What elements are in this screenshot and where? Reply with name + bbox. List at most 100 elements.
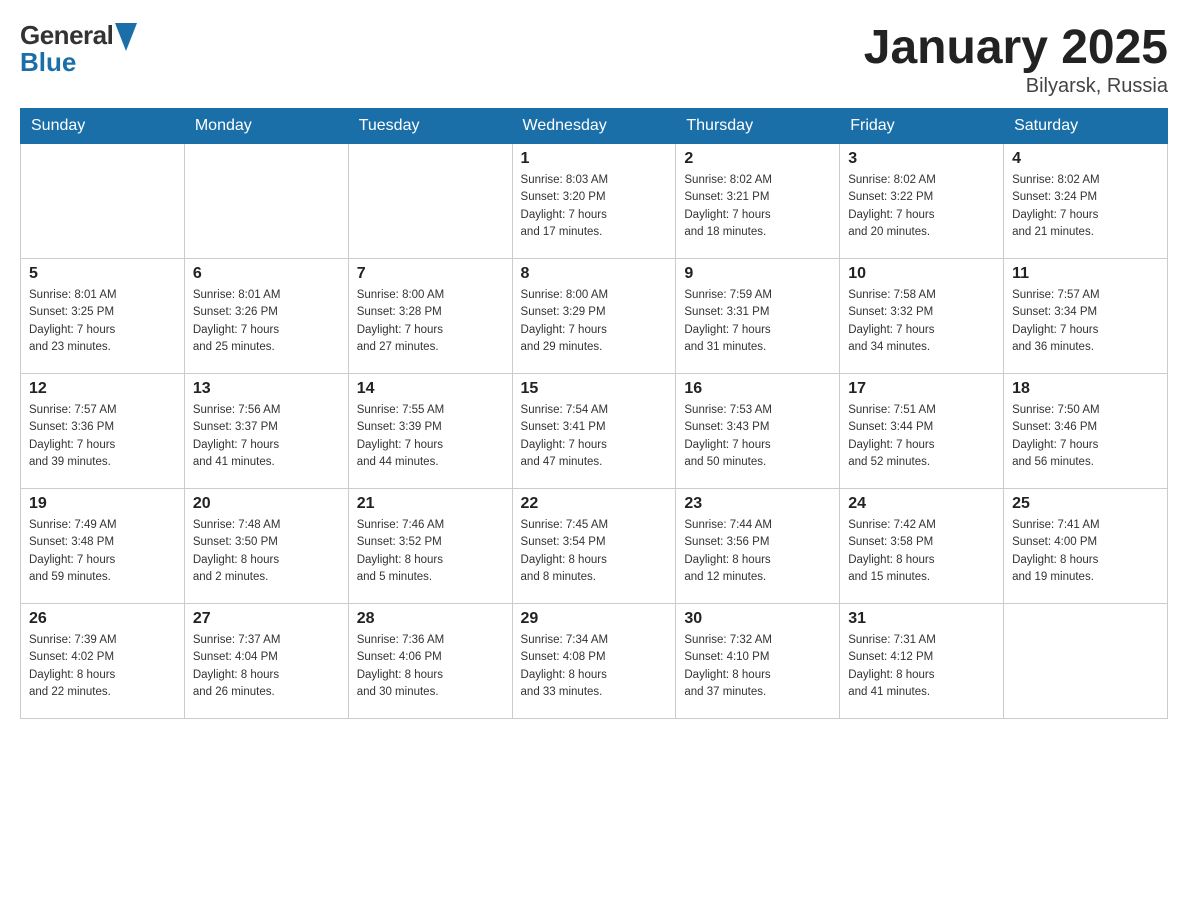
cell-w2-d5: 10 Sunrise: 7:58 AMSunset: 3:32 PMDayligh… [840, 259, 1004, 374]
logo: General Blue [20, 20, 137, 78]
day-number: 9 [684, 265, 831, 283]
day-number: 25 [1012, 495, 1159, 513]
cell-w2-d4: 9 Sunrise: 7:59 AMSunset: 3:31 PMDaylight… [676, 259, 840, 374]
day-number: 1 [521, 150, 668, 168]
day-number: 7 [357, 265, 504, 283]
day-info: Sunrise: 7:41 AMSunset: 4:00 PMDaylight:… [1012, 517, 1159, 586]
day-info: Sunrise: 8:00 AMSunset: 3:29 PMDaylight:… [521, 287, 668, 356]
day-number: 24 [848, 495, 995, 513]
day-number: 11 [1012, 265, 1159, 283]
cell-w4-d2: 21 Sunrise: 7:46 AMSunset: 3:52 PMDayligh… [348, 489, 512, 604]
day-number: 10 [848, 265, 995, 283]
day-info: Sunrise: 7:53 AMSunset: 3:43 PMDaylight:… [684, 402, 831, 471]
day-number: 19 [29, 495, 176, 513]
day-info: Sunrise: 8:01 AMSunset: 3:25 PMDaylight:… [29, 287, 176, 356]
page-header: General Blue January 2025 Bilyarsk, Russ… [20, 20, 1168, 98]
day-number: 27 [193, 610, 340, 628]
header-thursday: Thursday [676, 109, 840, 144]
cell-w5-d4: 30 Sunrise: 7:32 AMSunset: 4:10 PMDayligh… [676, 604, 840, 719]
header-monday: Monday [184, 109, 348, 144]
day-info: Sunrise: 7:36 AMSunset: 4:06 PMDaylight:… [357, 632, 504, 701]
title-section: January 2025 Bilyarsk, Russia [864, 20, 1168, 98]
day-info: Sunrise: 7:46 AMSunset: 3:52 PMDaylight:… [357, 517, 504, 586]
cell-w3-d0: 12 Sunrise: 7:57 AMSunset: 3:36 PMDayligh… [21, 374, 185, 489]
cell-w2-d1: 6Sunrise: 8:01 AMSunset: 3:26 PMDaylight… [184, 259, 348, 374]
day-number: 18 [1012, 380, 1159, 398]
cell-w5-d6 [1004, 604, 1168, 719]
day-info: Sunrise: 7:31 AMSunset: 4:12 PMDaylight:… [848, 632, 995, 701]
day-info: Sunrise: 7:58 AMSunset: 3:32 PMDaylight:… [848, 287, 995, 356]
day-info: Sunrise: 7:32 AMSunset: 4:10 PMDaylight:… [684, 632, 831, 701]
day-info: Sunrise: 7:37 AMSunset: 4:04 PMDaylight:… [193, 632, 340, 701]
header-wednesday: Wednesday [512, 109, 676, 144]
cell-w4-d5: 24 Sunrise: 7:42 AMSunset: 3:58 PMDayligh… [840, 489, 1004, 604]
day-number: 12 [29, 380, 176, 398]
cell-w2-d3: 8 Sunrise: 8:00 AMSunset: 3:29 PMDaylight… [512, 259, 676, 374]
calendar-table: SundayMondayTuesdayWednesdayThursdayFrid… [20, 108, 1168, 719]
day-info: Sunrise: 7:57 AMSunset: 3:34 PMDaylight:… [1012, 287, 1159, 356]
cell-w3-d4: 16 Sunrise: 7:53 AMSunset: 3:43 PMDayligh… [676, 374, 840, 489]
day-number: 5 [29, 265, 176, 283]
header-row: SundayMondayTuesdayWednesdayThursdayFrid… [21, 109, 1168, 144]
day-info: Sunrise: 8:01 AMSunset: 3:26 PMDaylight:… [193, 287, 340, 356]
header-tuesday: Tuesday [348, 109, 512, 144]
cell-w4-d6: 25 Sunrise: 7:41 AMSunset: 4:00 PMDayligh… [1004, 489, 1168, 604]
cell-w1-d4: 2 Sunrise: 8:02 AMSunset: 3:21 PMDaylight… [676, 144, 840, 259]
day-number: 30 [684, 610, 831, 628]
cell-w2-d2: 7Sunrise: 8:00 AMSunset: 3:28 PMDaylight… [348, 259, 512, 374]
cell-w1-d1 [184, 144, 348, 259]
day-info: Sunrise: 8:02 AMSunset: 3:24 PMDaylight:… [1012, 172, 1159, 241]
day-number: 29 [521, 610, 668, 628]
week-row-5: 26Sunrise: 7:39 AMSunset: 4:02 PMDayligh… [21, 604, 1168, 719]
day-info: Sunrise: 8:02 AMSunset: 3:22 PMDaylight:… [848, 172, 995, 241]
week-row-1: 1 Sunrise: 8:03 AMSunset: 3:20 PMDaylight… [21, 144, 1168, 259]
cell-w4-d4: 23 Sunrise: 7:44 AMSunset: 3:56 PMDayligh… [676, 489, 840, 604]
day-number: 16 [684, 380, 831, 398]
day-number: 14 [357, 380, 504, 398]
header-saturday: Saturday [1004, 109, 1168, 144]
cell-w2-d6: 11 Sunrise: 7:57 AMSunset: 3:34 PMDayligh… [1004, 259, 1168, 374]
cell-w5-d3: 29Sunrise: 7:34 AMSunset: 4:08 PMDayligh… [512, 604, 676, 719]
day-info: Sunrise: 7:48 AMSunset: 3:50 PMDaylight:… [193, 517, 340, 586]
day-info: Sunrise: 7:45 AMSunset: 3:54 PMDaylight:… [521, 517, 668, 586]
cell-w3-d1: 13 Sunrise: 7:56 AMSunset: 3:37 PMDayligh… [184, 374, 348, 489]
day-number: 31 [848, 610, 995, 628]
cell-w1-d2 [348, 144, 512, 259]
week-row-4: 19 Sunrise: 7:49 AMSunset: 3:48 PMDayligh… [21, 489, 1168, 604]
day-number: 13 [193, 380, 340, 398]
day-number: 2 [684, 150, 831, 168]
day-number: 8 [521, 265, 668, 283]
day-info: Sunrise: 7:39 AMSunset: 4:02 PMDaylight:… [29, 632, 176, 701]
day-info: Sunrise: 7:51 AMSunset: 3:44 PMDaylight:… [848, 402, 995, 471]
day-number: 22 [521, 495, 668, 513]
cell-w3-d5: 17Sunrise: 7:51 AMSunset: 3:44 PMDayligh… [840, 374, 1004, 489]
day-info: Sunrise: 8:03 AMSunset: 3:20 PMDaylight:… [521, 172, 668, 241]
day-info: Sunrise: 7:59 AMSunset: 3:31 PMDaylight:… [684, 287, 831, 356]
cell-w4-d0: 19 Sunrise: 7:49 AMSunset: 3:48 PMDayligh… [21, 489, 185, 604]
cell-w3-d2: 14 Sunrise: 7:55 AMSunset: 3:39 PMDayligh… [348, 374, 512, 489]
logo-triangle-icon [115, 23, 137, 51]
day-info: Sunrise: 7:49 AMSunset: 3:48 PMDaylight:… [29, 517, 176, 586]
day-info: Sunrise: 8:02 AMSunset: 3:21 PMDaylight:… [684, 172, 831, 241]
day-info: Sunrise: 7:44 AMSunset: 3:56 PMDaylight:… [684, 517, 831, 586]
day-number: 21 [357, 495, 504, 513]
cell-w5-d0: 26Sunrise: 7:39 AMSunset: 4:02 PMDayligh… [21, 604, 185, 719]
header-sunday: Sunday [21, 109, 185, 144]
day-info: Sunrise: 7:55 AMSunset: 3:39 PMDaylight:… [357, 402, 504, 471]
day-info: Sunrise: 7:42 AMSunset: 3:58 PMDaylight:… [848, 517, 995, 586]
day-number: 28 [357, 610, 504, 628]
day-number: 4 [1012, 150, 1159, 168]
cell-w1-d5: 3 Sunrise: 8:02 AMSunset: 3:22 PMDaylight… [840, 144, 1004, 259]
day-info: Sunrise: 7:57 AMSunset: 3:36 PMDaylight:… [29, 402, 176, 471]
calendar-title: January 2025 [864, 20, 1168, 75]
week-row-3: 12 Sunrise: 7:57 AMSunset: 3:36 PMDayligh… [21, 374, 1168, 489]
calendar-body: 1 Sunrise: 8:03 AMSunset: 3:20 PMDaylight… [21, 144, 1168, 719]
cell-w5-d5: 31 Sunrise: 7:31 AMSunset: 4:12 PMDayligh… [840, 604, 1004, 719]
day-number: 15 [521, 380, 668, 398]
week-row-2: 5 Sunrise: 8:01 AMSunset: 3:25 PMDaylight… [21, 259, 1168, 374]
day-number: 3 [848, 150, 995, 168]
day-info: Sunrise: 7:56 AMSunset: 3:37 PMDaylight:… [193, 402, 340, 471]
cell-w5-d1: 27 Sunrise: 7:37 AMSunset: 4:04 PMDayligh… [184, 604, 348, 719]
day-number: 23 [684, 495, 831, 513]
cell-w4-d3: 22 Sunrise: 7:45 AMSunset: 3:54 PMDayligh… [512, 489, 676, 604]
